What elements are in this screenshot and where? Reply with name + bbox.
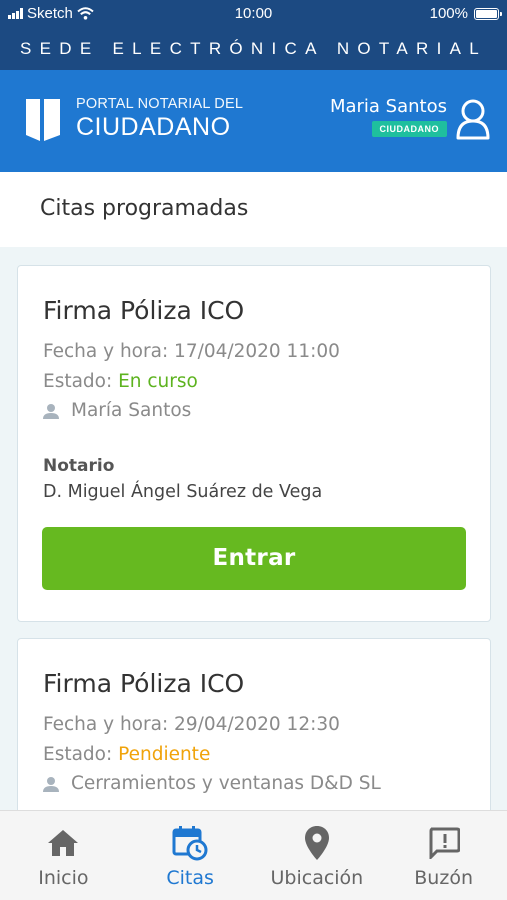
appointment-datetime: Fecha y hora: 17/04/2020 11:00	[43, 341, 340, 362]
portal-logo[interactable]: PORTAL NOTARIAL DEL CIUDADANO	[76, 96, 243, 142]
person-icon	[43, 776, 59, 792]
calendar-clock-icon	[172, 826, 208, 861]
nav-label: Citas	[166, 867, 214, 889]
status-value: Pendiente	[118, 744, 211, 765]
nav-item-buzon[interactable]: Buzón	[380, 811, 507, 900]
appointment-card[interactable]: Firma Póliza ICO Fecha y hora: 29/04/202…	[17, 638, 491, 838]
enter-button[interactable]: Entrar	[42, 527, 466, 590]
user-name: Maria Santos	[329, 96, 447, 117]
nav-label: Inicio	[38, 867, 89, 889]
notario-name: D. Miguel Ángel Suárez de Vega	[43, 482, 323, 502]
appointment-person: María Santos	[43, 400, 191, 421]
bottom-nav: Inicio Citas Ubicación Buzón	[0, 810, 507, 900]
appointment-datetime: Fecha y hora: 29/04/2020 12:30	[43, 714, 340, 735]
status-bar: Sketch 10:00 100%	[0, 0, 507, 28]
appointment-title: Firma Póliza ICO	[43, 296, 245, 325]
nav-item-citas[interactable]: Citas	[127, 811, 254, 900]
battery-percent: 100%	[429, 5, 468, 22]
book-logo-icon	[26, 99, 60, 141]
user-info[interactable]: Maria Santos CIUDADANO	[330, 96, 447, 137]
person-icon	[43, 403, 59, 419]
appointment-status: Estado: En curso	[43, 371, 198, 392]
page-title: Citas programadas	[40, 196, 249, 221]
nav-item-inicio[interactable]: Inicio	[0, 811, 127, 900]
status-value: En curso	[118, 371, 198, 392]
status-label: Estado:	[43, 744, 119, 765]
nav-label: Ubicación	[270, 867, 364, 889]
appointment-status: Estado: Pendiente	[43, 744, 210, 765]
location-pin-icon	[304, 826, 329, 860]
nav-label: Buzón	[414, 867, 473, 889]
nav-item-ubicacion[interactable]: Ubicación	[254, 811, 381, 900]
logo-subtitle: PORTAL NOTARIAL DEL	[76, 96, 244, 112]
notario-label: Notario	[43, 456, 115, 476]
user-icon[interactable]	[455, 98, 491, 140]
person-name: María Santos	[71, 400, 192, 421]
appointment-person: Cerramientos y ventanas D&D SL	[43, 773, 381, 794]
status-label: Estado:	[43, 371, 119, 392]
home-icon	[48, 830, 79, 856]
portal-header: PORTAL NOTARIAL DEL CIUDADANO Maria Sant…	[0, 70, 507, 172]
logo-title: CIUDADANO	[76, 113, 231, 141]
section-header: Citas programadas	[0, 172, 507, 247]
battery-icon	[474, 7, 502, 20]
role-badge: CIUDADANO	[371, 121, 447, 137]
sede-title: SEDE ELECTRÓNICA NOTARIAL	[0, 28, 507, 70]
person-name: Cerramientos y ventanas D&D SL	[71, 773, 381, 794]
appointment-card[interactable]: Firma Póliza ICO Fecha y hora: 17/04/202…	[17, 265, 491, 622]
appointment-title: Firma Póliza ICO	[43, 669, 245, 698]
message-alert-icon	[429, 827, 460, 859]
